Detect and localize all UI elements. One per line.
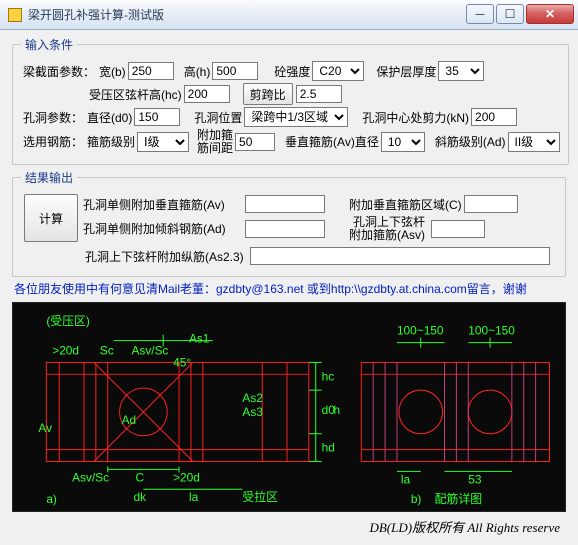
- window-title: 梁开圆孔补强计算-测试版: [28, 6, 464, 23]
- window-buttons: ─ ☐ ✕: [464, 4, 574, 26]
- svg-text:Asv/Sc: Asv/Sc: [132, 344, 169, 358]
- shear-input[interactable]: [471, 108, 517, 126]
- width-input[interactable]: [128, 62, 174, 80]
- svg-text:Asv/Sc: Asv/Sc: [72, 470, 109, 484]
- input-group: 输入条件 梁截面参数： 宽(b) 高(h) 砼强度 C20 保护层厚度 35 受…: [12, 36, 569, 165]
- svg-text:C: C: [135, 470, 144, 484]
- svg-text:a): a): [46, 492, 57, 506]
- svg-text:>20d: >20d: [173, 470, 200, 484]
- stirrup-select[interactable]: Ⅰ级: [137, 132, 189, 152]
- stirrup-label: 箍筋级别: [87, 133, 135, 150]
- diagram-area: (受压区) >20d Sc Asv/Sc As1 45° As2 As3 Av …: [12, 302, 566, 512]
- svg-text:hc: hc: [322, 369, 335, 383]
- svg-text:配筋详图: 配筋详图: [435, 492, 483, 506]
- svg-text:hd: hd: [322, 441, 335, 455]
- height-input[interactable]: [212, 62, 258, 80]
- width-label: 宽(b): [99, 63, 126, 80]
- conc-select[interactable]: C20: [312, 61, 364, 81]
- hc-label: 受压区弦杆高(hc): [89, 86, 182, 103]
- svg-text:b): b): [411, 492, 422, 506]
- svg-text:As2: As2: [242, 391, 262, 405]
- svg-text:la: la: [401, 472, 411, 486]
- output-group: 结果输出 计算 孔洞单侧附加垂直箍筋(Av) 附加垂直箍筋区域(C) 孔洞单侧附…: [12, 169, 566, 277]
- out-as23-label: 孔洞上下弦杆附加纵筋(As2.3): [85, 248, 244, 265]
- maximize-button[interactable]: ☐: [496, 4, 524, 24]
- height-label: 高(h): [184, 63, 211, 80]
- rebar-label: 选用钢筋：: [23, 133, 83, 150]
- out-av-field[interactable]: [245, 195, 325, 213]
- shear-label: 孔洞中心处剪力(kN): [362, 109, 469, 126]
- client-area: 输入条件 梁截面参数： 宽(b) 高(h) 砼强度 C20 保护层厚度 35 受…: [0, 30, 578, 545]
- d0-label: 直径(d0): [87, 109, 132, 126]
- out-c-field[interactable]: [464, 195, 518, 213]
- hc-input[interactable]: [184, 85, 230, 103]
- svg-text:45°: 45°: [173, 356, 191, 370]
- minimize-button[interactable]: ─: [466, 4, 494, 24]
- conc-label: 砼强度: [274, 63, 310, 80]
- svg-text:As1: As1: [189, 332, 210, 346]
- av-label: 垂直箍筋(Av)直径: [285, 133, 379, 150]
- out-ad-label: 孔洞单侧附加倾斜钢筋(Ad): [83, 220, 243, 237]
- contact-message: 各位朋友使用中有何意见清Mail老董：gzdbty@163.net 或到http…: [14, 281, 566, 298]
- addstir-label: 附加箍筋间距: [197, 129, 233, 154]
- app-icon: [8, 8, 22, 22]
- hole-params-label: 孔洞参数：: [23, 109, 83, 126]
- svg-text:Ad: Ad: [122, 413, 137, 427]
- diag-select[interactable]: II级: [508, 132, 560, 152]
- sec-params-label: 梁截面参数：: [23, 63, 95, 80]
- calc-button[interactable]: 计算: [24, 194, 78, 242]
- pos-select[interactable]: 梁跨中1/3区域: [244, 107, 348, 127]
- svg-text:dk: dk: [133, 490, 146, 504]
- svg-text:la: la: [189, 490, 199, 504]
- span-ratio-input[interactable]: [296, 85, 342, 103]
- title-bar: 梁开圆孔补强计算-测试版 ─ ☐ ✕: [0, 0, 578, 30]
- span-ratio-button[interactable]: 剪跨比: [243, 83, 293, 105]
- out-top-field[interactable]: [431, 220, 485, 238]
- av-select[interactable]: 10: [381, 132, 425, 152]
- svg-text:Sc: Sc: [100, 344, 114, 358]
- diag-label: 斜筋级别(Ad): [435, 133, 506, 150]
- svg-text:Av: Av: [38, 421, 52, 435]
- pos-label: 孔洞位置: [194, 109, 242, 126]
- svg-text:100~150: 100~150: [397, 324, 444, 338]
- d0-input[interactable]: [134, 108, 180, 126]
- svg-text:(受压区): (受压区): [46, 314, 90, 328]
- out-c-label: 附加垂直箍筋区域(C): [349, 196, 462, 213]
- svg-text:As3: As3: [242, 405, 263, 419]
- input-legend: 输入条件: [21, 36, 77, 53]
- out-as23-field[interactable]: [250, 247, 550, 265]
- close-button[interactable]: ✕: [526, 4, 574, 24]
- cover-label: 保护层厚度: [376, 63, 436, 80]
- copyright-text: DB(LD)版权所有 All Rights reserve: [12, 517, 560, 536]
- svg-text:受拉区: 受拉区: [242, 490, 278, 504]
- out-ad-field[interactable]: [245, 220, 325, 238]
- svg-text:>20d: >20d: [52, 344, 79, 358]
- svg-text:100~150: 100~150: [468, 324, 515, 338]
- svg-text:53: 53: [468, 472, 482, 486]
- cover-select[interactable]: 35: [438, 61, 484, 81]
- out-av-label: 孔洞单侧附加垂直箍筋(Av): [83, 196, 243, 213]
- output-legend: 结果输出: [21, 169, 77, 186]
- addstir-input[interactable]: [235, 133, 275, 151]
- out-top-label: 孔洞上下弦杆附加箍筋(Asv): [349, 216, 425, 241]
- svg-text:h: h: [334, 403, 341, 417]
